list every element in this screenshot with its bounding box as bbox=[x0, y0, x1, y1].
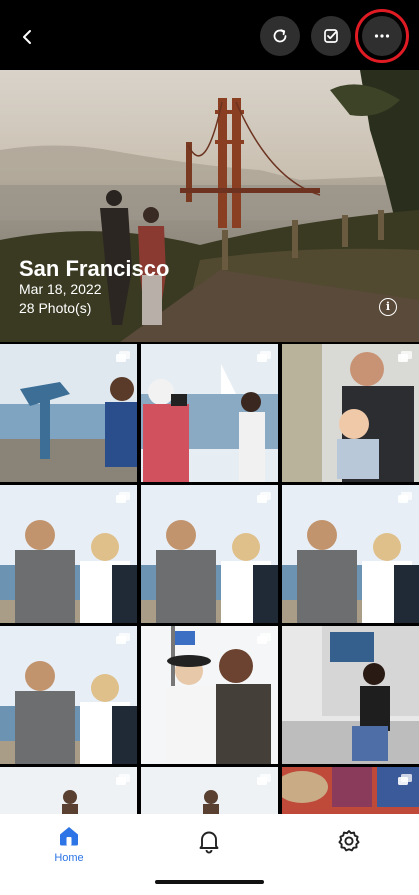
bell-icon bbox=[199, 831, 219, 854]
refresh-icon bbox=[273, 29, 287, 43]
photo-thumbnail[interactable] bbox=[282, 767, 419, 814]
stack-icon bbox=[116, 774, 130, 785]
info-button[interactable]: i bbox=[379, 298, 397, 316]
photo-thumbnail[interactable] bbox=[282, 344, 419, 482]
album-title: San Francisco bbox=[19, 256, 170, 281]
select-button[interactable] bbox=[311, 16, 351, 56]
chevron-left-icon bbox=[23, 30, 31, 44]
nav-notifications[interactable] bbox=[196, 828, 222, 859]
stack-icon bbox=[257, 492, 271, 503]
album-date: Mar 18, 2022 bbox=[19, 281, 102, 297]
photo-image bbox=[141, 485, 278, 623]
nav-home-label: Home bbox=[54, 852, 84, 864]
photo-image bbox=[282, 344, 419, 482]
stack-icon bbox=[116, 633, 130, 644]
photo-thumbnail[interactable] bbox=[141, 626, 278, 764]
stack-icon bbox=[116, 351, 130, 362]
photo-thumbnail[interactable] bbox=[282, 485, 419, 623]
photo-thumbnail[interactable] bbox=[0, 626, 137, 764]
nav-settings[interactable] bbox=[336, 828, 362, 859]
photo-image bbox=[282, 626, 419, 764]
nav-home[interactable]: Home bbox=[44, 824, 94, 870]
photo-image bbox=[141, 626, 278, 764]
photo-grid bbox=[0, 344, 419, 814]
photo-thumbnail[interactable] bbox=[282, 626, 419, 764]
stack-icon bbox=[398, 774, 412, 785]
top-bar bbox=[0, 0, 419, 70]
photo-thumbnail[interactable] bbox=[0, 485, 137, 623]
stack-icon bbox=[257, 774, 271, 785]
gear-icon bbox=[338, 830, 360, 852]
photo-image bbox=[282, 485, 419, 623]
home-icon bbox=[60, 827, 78, 846]
stack-icon bbox=[257, 633, 271, 644]
photo-image bbox=[0, 626, 137, 764]
photo-thumbnail[interactable] bbox=[0, 767, 137, 814]
photo-thumbnail[interactable] bbox=[141, 485, 278, 623]
photo-image bbox=[141, 344, 278, 482]
photo-thumbnail[interactable] bbox=[0, 344, 137, 482]
highlight-ring bbox=[355, 9, 409, 63]
home-indicator bbox=[155, 880, 264, 884]
stack-icon bbox=[257, 351, 271, 362]
album-cover: San Francisco Mar 18, 2022 28 Photo(s) i bbox=[0, 70, 419, 342]
select-check-icon bbox=[324, 29, 338, 43]
stack-icon bbox=[116, 492, 130, 503]
photo-thumbnail[interactable] bbox=[141, 344, 278, 482]
stack-icon bbox=[398, 351, 412, 362]
photo-thumbnail[interactable] bbox=[141, 767, 278, 814]
photo-image bbox=[0, 344, 137, 482]
refresh-button[interactable] bbox=[260, 16, 300, 56]
back-button[interactable] bbox=[12, 22, 42, 52]
album-photo-count: 28 Photo(s) bbox=[19, 300, 92, 316]
stack-icon bbox=[398, 492, 412, 503]
photo-image bbox=[0, 485, 137, 623]
